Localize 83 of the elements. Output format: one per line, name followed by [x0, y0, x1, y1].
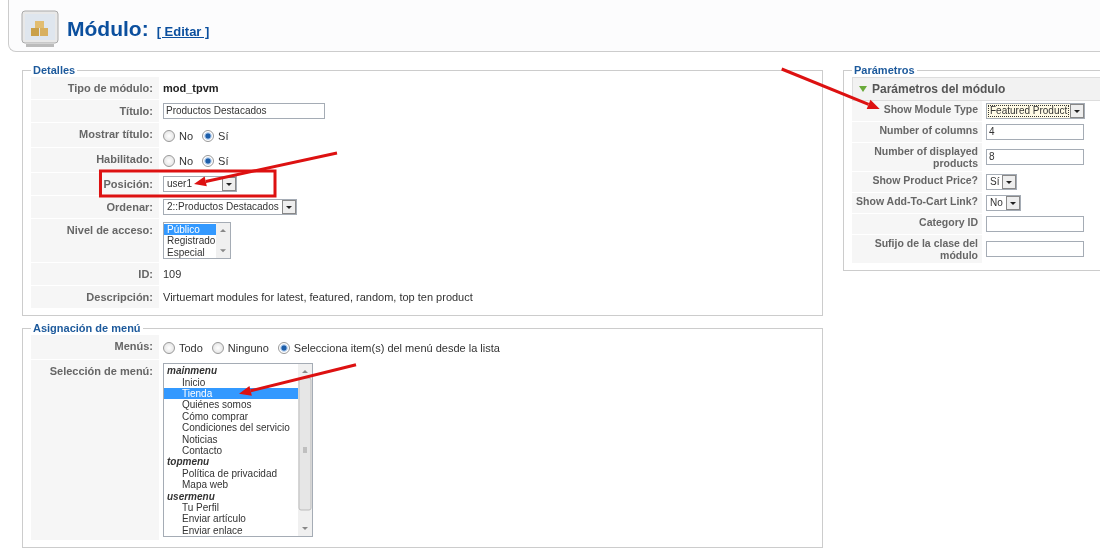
section-title: Parámetros del módulo: [872, 81, 1006, 98]
dropdown-value: Featured Product: [987, 104, 1071, 118]
field-label: Posición:: [103, 178, 153, 190]
field-label: Título:: [119, 105, 153, 117]
radio-label: Selecciona item(s) del menú desde la lista: [293, 341, 500, 357]
radio-button[interactable]: [277, 342, 290, 355]
dropdown[interactable]: No: [986, 195, 1021, 211]
section-header[interactable]: Parámetros del módulo: [852, 77, 1100, 101]
radio-button[interactable]: [163, 155, 175, 167]
radio-button[interactable]: [163, 130, 175, 142]
list-group-label: mainmenu: [166, 365, 218, 377]
list-option[interactable]: Enviar artículo: [164, 513, 298, 525]
list-group-label: usermenu: [166, 490, 216, 503]
radio-button[interactable]: [211, 342, 224, 355]
edit-link[interactable]: [ Editar ]: [156, 21, 210, 42]
module-icon: [21, 9, 59, 48]
radio-option[interactable]: Sí: [202, 126, 229, 144]
field-value: Virtuemart modules for latest, featured, random, top ten product: [163, 290, 473, 306]
dropdown[interactable]: Featured Product: [986, 103, 1086, 119]
radio-label: No: [179, 129, 194, 144]
list-option[interactable]: Inicio: [164, 376, 298, 388]
list-group-label: topmenu: [166, 456, 211, 468]
field-label: Show Add-To-Cart Link?: [856, 195, 978, 207]
scrollbar: [216, 223, 230, 259]
list-box[interactable]: mainmenu Inicio Tienda Quiénes somos Cómo comprar Condiciones del servicio Noticias Contacto topmenu Política de privacidad Mapa web usermenu Tu Perfil Enviar artículo Enviar enlace: [163, 363, 313, 538]
field-label: Habilitado:: [96, 153, 153, 165]
list-option[interactable]: Cómo comprar: [164, 410, 298, 423]
dropdown[interactable]: Sí: [986, 174, 1018, 190]
list-option[interactable]: Registrado: [164, 235, 216, 247]
field-label: Tipo de módulo:: [67, 82, 153, 94]
field-value: 109: [163, 267, 182, 283]
radio-option[interactable]: Selecciona item(s) del menú desde la lista: [277, 338, 500, 357]
radio-label: Sí: [218, 154, 229, 169]
radio-option[interactable]: Todo: [163, 338, 203, 357]
radio-label: No: [179, 154, 194, 169]
panel-legend: Detalles: [31, 64, 78, 77]
radio-option[interactable]: Sí: [202, 151, 229, 169]
dropdown-value: Sí: [989, 175, 1001, 189]
list-option[interactable]: Política de privacidad: [164, 467, 298, 480]
field-label: Category ID: [919, 216, 978, 228]
list-box[interactable]: Público Registrado Especial: [163, 222, 231, 260]
radio-label: Ninguno: [227, 341, 269, 357]
list-option[interactable]: Especial: [164, 246, 216, 259]
list-option[interactable]: Contacto: [164, 445, 298, 457]
panel-legend: Asignación de menú: [31, 322, 143, 336]
radio-option[interactable]: Ninguno: [211, 338, 269, 357]
list-option[interactable]: Noticias: [164, 433, 298, 446]
field-label: Selección de menú:: [49, 365, 153, 378]
list-option[interactable]: Mapa web: [164, 479, 298, 491]
field-label: Number of columns: [879, 124, 978, 136]
radio-label: Sí: [218, 129, 229, 144]
dropdown-value: user1: [166, 177, 193, 191]
field-label: Descripción:: [86, 291, 153, 304]
text-field[interactable]: 4: [986, 124, 1084, 140]
text-field[interactable]: [986, 216, 1084, 232]
radio-button[interactable]: [163, 342, 175, 355]
panel-legend: Parámetros: [852, 64, 917, 77]
radio-button[interactable]: [202, 155, 215, 167]
radio-button[interactable]: [202, 130, 215, 142]
text-field[interactable]: 8: [986, 149, 1084, 165]
list-option[interactable]: Quiénes somos: [164, 399, 298, 411]
field-value: mod_tpvm: [163, 81, 219, 96]
text-field[interactable]: Productos Destacados: [163, 103, 325, 119]
field-label: Menús:: [114, 340, 153, 353]
list-option[interactable]: Enviar enlace: [164, 524, 298, 537]
field-label: ID:: [138, 268, 153, 281]
dropdown-value: 2::Productos Destacados: [166, 200, 280, 214]
dropdown[interactable]: 2::Productos Destacados: [163, 199, 297, 215]
field-label: Nivel de acceso:: [66, 224, 153, 236]
page-title: Módulo:: [67, 15, 149, 42]
field-label: Mostrar título:: [79, 128, 153, 140]
list-option[interactable]: Tu Perfil: [164, 502, 298, 514]
radio-option[interactable]: No: [163, 126, 194, 144]
radio-option[interactable]: No: [163, 151, 194, 169]
text-field[interactable]: [986, 241, 1084, 257]
field-label: Number of displayed products: [874, 145, 978, 169]
field-label: Show Module Type: [883, 103, 978, 115]
dropdown-value: No: [989, 196, 1004, 210]
field-label: Sufijo de la clase del módulo: [874, 237, 978, 261]
list-option[interactable]: Condiciones del servicio: [164, 422, 298, 434]
field-label: Ordenar:: [106, 201, 153, 213]
radio-label: Todo: [179, 341, 203, 357]
field-label: Show Product Price?: [872, 174, 978, 186]
